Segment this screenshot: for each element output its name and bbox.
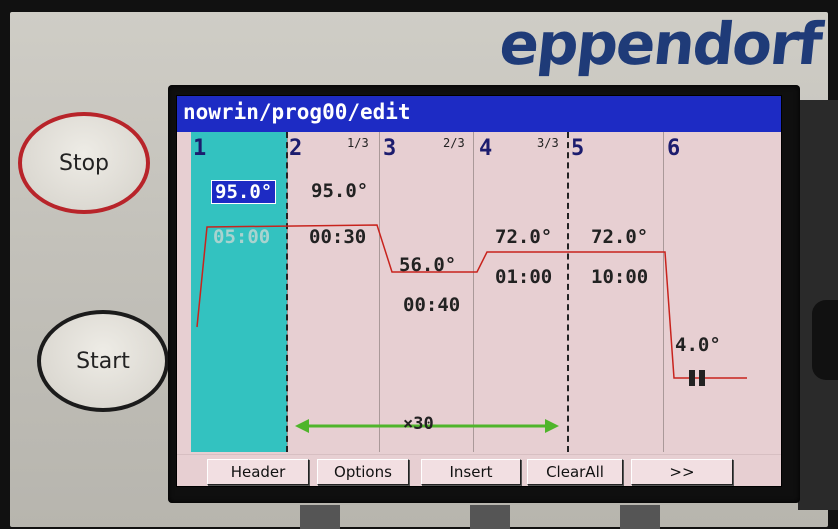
display-screen: nowrin/prog00/edit 1 2 1/3 3 2/3 4 3/3 5… xyxy=(176,95,782,487)
cycle-arrow-left-head xyxy=(295,419,309,433)
step-4-temperature[interactable]: 72.0° xyxy=(495,226,552,248)
device-foot xyxy=(470,505,510,529)
cycle-count: ×30 xyxy=(403,414,434,434)
next-page-button[interactable]: >> xyxy=(631,459,733,485)
step-3-time[interactable]: 00:40 xyxy=(403,294,460,316)
options-button[interactable]: Options xyxy=(317,459,409,485)
header-button[interactable]: Header xyxy=(207,459,309,485)
stop-label: Stop xyxy=(58,150,109,176)
start-label: Start xyxy=(76,348,130,374)
step-4-time[interactable]: 01:00 xyxy=(495,266,552,288)
softkey-bar: Header Options Insert ClearAll >> xyxy=(177,454,781,486)
step-2-time[interactable]: 00:30 xyxy=(309,226,366,248)
program-path: nowrin/prog00/edit xyxy=(183,100,411,124)
clear-all-button[interactable]: ClearAll xyxy=(527,459,623,485)
step-5-temperature[interactable]: 72.0° xyxy=(591,226,648,248)
pause-icon xyxy=(689,370,709,390)
step-3-temperature[interactable]: 56.0° xyxy=(399,254,456,276)
step-1-temperature[interactable]: 95.0° xyxy=(211,180,277,204)
profile-line xyxy=(196,224,747,379)
step-5-time[interactable]: 10:00 xyxy=(591,266,648,288)
stop-button[interactable]: Stop xyxy=(18,112,150,214)
brand-logo: eppendorf xyxy=(496,10,824,78)
step-2-temperature[interactable]: 95.0° xyxy=(311,180,368,202)
step-1-time[interactable]: 05:00 xyxy=(213,226,270,248)
step-6-temperature[interactable]: 4.0° xyxy=(675,334,721,356)
device-foot xyxy=(300,505,340,529)
title-bar: nowrin/prog00/edit xyxy=(177,96,781,132)
device-foot xyxy=(620,505,660,529)
insert-button[interactable]: Insert xyxy=(421,459,521,485)
start-button[interactable]: Start xyxy=(37,310,169,412)
device-knob[interactable] xyxy=(812,300,838,380)
program-grid: 1 2 1/3 3 2/3 4 3/3 5 6 95.0° 05:00 95.0… xyxy=(177,132,781,452)
cycle-arrow-right-head xyxy=(545,419,559,433)
